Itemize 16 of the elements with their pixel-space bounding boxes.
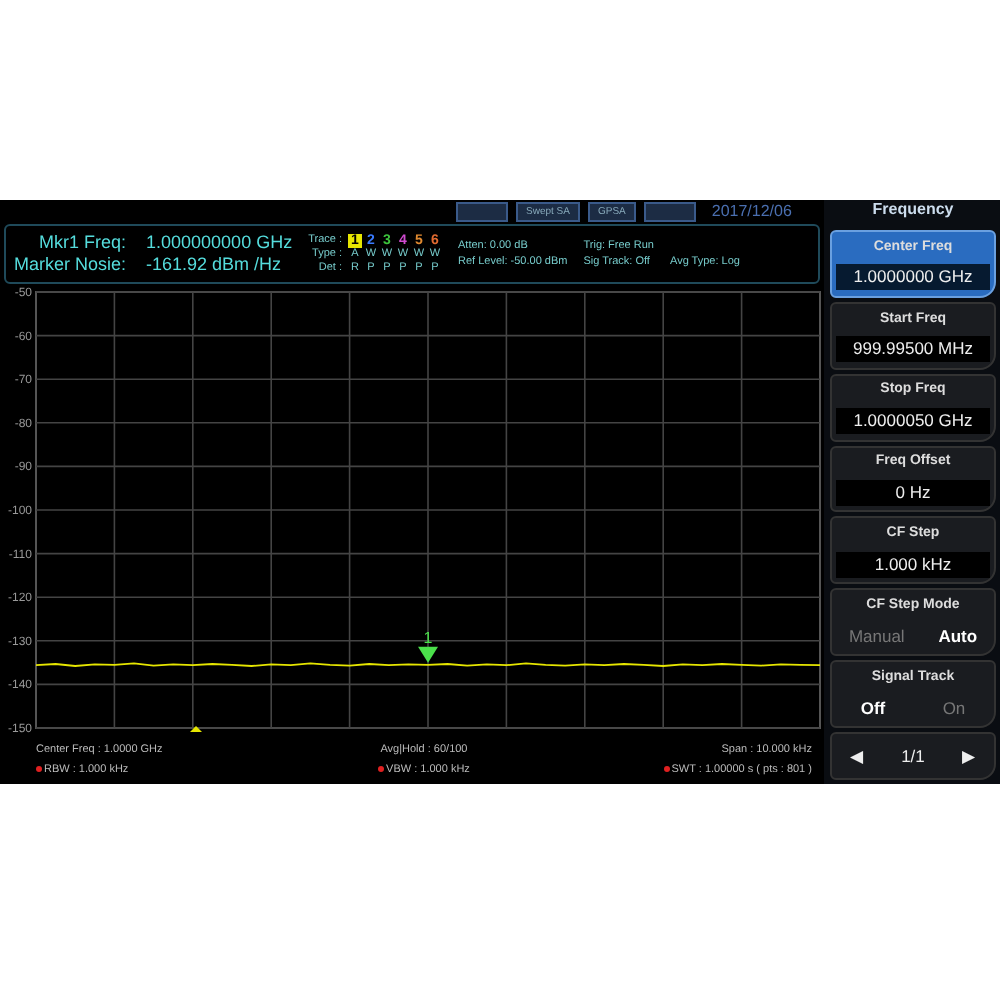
marker-value: 1.000000000 GHz [146, 232, 293, 254]
toggle-option[interactable]: Manual [848, 623, 905, 649]
page-number: 1/1 [901, 743, 925, 769]
next-page-button[interactable]: ▶ [961, 743, 976, 769]
marker-icon[interactable] [418, 646, 438, 663]
marker-label: Marker Nosie: [14, 254, 127, 276]
marker-value: -161.92 dBm /Hz [146, 254, 284, 276]
marker-number: 1 [423, 628, 433, 647]
marker-label: Mkr1 Freq: [37, 232, 127, 254]
prev-page-button[interactable]: ◀ [850, 743, 865, 769]
date-text: 2017/12/06 [711, 200, 792, 224]
toggle-option[interactable]: On [942, 695, 966, 721]
triangle-icon [190, 726, 202, 732]
toggle-option[interactable]: Off [860, 695, 886, 721]
toggle-option[interactable]: Auto [938, 623, 978, 649]
menu-title: Frequency [870, 200, 956, 222]
